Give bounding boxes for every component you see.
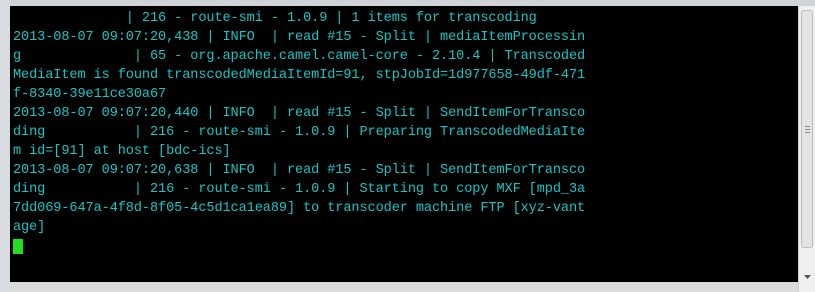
terminal-cursor-line	[13, 237, 585, 256]
terminal-line: age]	[13, 220, 46, 235]
chevron-down-icon	[803, 275, 811, 279]
terminal-line: f-8340-39e11ce30a67	[13, 87, 167, 102]
terminal-line: 7dd069-647a-4f8d-8f05-4c5d1ca1ea89] to t…	[13, 201, 586, 216]
terminal-line: MediaItem is found transcodedMediaItemId…	[13, 68, 586, 83]
scrollbar-thumb[interactable]	[801, 10, 813, 248]
terminal-line: g | 65 - org.apache.camel.camel-core - 2…	[13, 49, 586, 64]
terminal-line: 2013-08-07 09:07:20,438 | INFO | read #1…	[13, 30, 586, 45]
terminal-window: | 216 - route-smi - 1.0.9 | 1 items for …	[0, 0, 815, 292]
terminal-line: | 216 - route-smi - 1.0.9 | 1 items for …	[13, 11, 537, 26]
terminal-line: m id=[91] at host [bdc-ics]	[13, 144, 231, 159]
vertical-scrollbar[interactable]	[798, 6, 815, 292]
terminal-line: ding | 216 - route-smi - 1.0.9 | Startin…	[13, 182, 586, 197]
window-bottom-border	[10, 282, 798, 292]
terminal-line: 2013-08-07 09:07:20,638 | INFO | read #1…	[13, 163, 586, 178]
terminal-line: 2013-08-07 09:07:20,440 | INFO | read #1…	[13, 106, 586, 121]
terminal-cursor	[13, 239, 23, 254]
terminal-output[interactable]: | 216 - route-smi - 1.0.9 | 1 items for …	[10, 6, 798, 282]
grip-icon	[805, 126, 810, 133]
window-left-border	[0, 0, 10, 292]
scroll-down-button[interactable]	[801, 270, 813, 284]
terminal-line: ding | 216 - route-smi - 1.0.9 | Prepari…	[13, 125, 586, 140]
terminal-lines: | 216 - route-smi - 1.0.9 | 1 items for …	[13, 9, 585, 256]
